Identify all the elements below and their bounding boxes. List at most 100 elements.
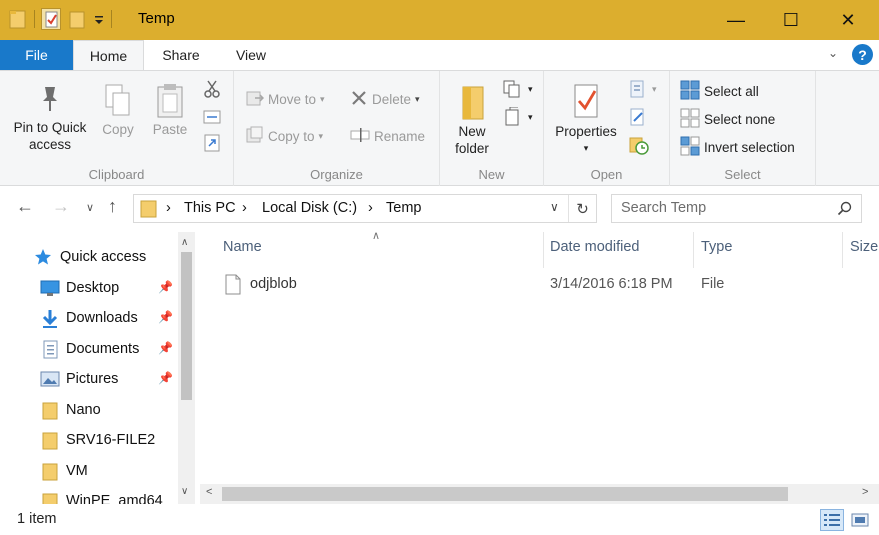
new-folder-icon[interactable] (67, 8, 87, 30)
copy-button[interactable]: Copy (96, 83, 140, 138)
new-item-icon[interactable]: ▾ (502, 79, 533, 99)
delete-icon (350, 89, 368, 110)
recent-locations-chevron-icon[interactable]: ∨ (86, 201, 94, 214)
nav-item-nano[interactable]: Nano (40, 397, 101, 423)
collapse-ribbon-icon[interactable]: ⌄ (828, 46, 838, 60)
address-bar[interactable]: › This PC › Local Disk (C:) › Temp ∨ ↻ (133, 194, 597, 223)
file-list-horizontal-scrollbar[interactable]: < > (200, 484, 879, 504)
forward-arrow-icon[interactable]: → (52, 196, 70, 217)
nav-vertical-scrollbar[interactable]: ∧ ∨ (178, 232, 195, 504)
nav-item-downloads[interactable]: Downloads (40, 305, 138, 331)
refresh-icon[interactable]: ↻ (568, 195, 596, 222)
column-header-name[interactable]: Name (223, 239, 262, 255)
close-button[interactable]: ✕ (822, 0, 874, 40)
scrollbar-thumb[interactable] (222, 487, 788, 501)
history-icon[interactable] (628, 135, 650, 155)
paste-shortcut-icon[interactable] (203, 133, 221, 153)
minimize-button[interactable]: — (710, 0, 762, 40)
select-none-button[interactable]: Select none (680, 108, 775, 131)
select-all-button[interactable]: Select all (680, 80, 759, 103)
properties-button[interactable]: Properties ▾ (550, 81, 622, 157)
paste-button[interactable]: Paste (146, 83, 194, 138)
search-input[interactable]: Search Temp (611, 194, 862, 223)
downloads-icon (40, 309, 60, 328)
column-divider[interactable] (543, 232, 544, 268)
edit-icon[interactable] (628, 107, 648, 127)
pin-to-quick-access-button[interactable]: Pin to Quick access (6, 83, 94, 153)
pin-icon: 📌 (158, 310, 173, 324)
copy-to-button[interactable]: Copy to ▾ (246, 126, 323, 147)
new-group: New folder ▾ ▾ New (440, 71, 544, 186)
select-all-icon (680, 80, 700, 103)
rename-icon (350, 126, 370, 147)
column-divider[interactable] (693, 232, 694, 268)
star-icon (34, 248, 54, 266)
breadcrumb-temp[interactable]: Temp (386, 200, 421, 216)
easy-access-icon[interactable]: ▾ (502, 107, 533, 127)
column-header-type[interactable]: Type (701, 239, 732, 255)
rename-button[interactable]: Rename (350, 126, 425, 147)
breadcrumb-local-disk[interactable]: Local Disk (C:) (262, 200, 357, 216)
file-type: File (701, 276, 725, 292)
maximize-button[interactable]: ☐ (765, 0, 817, 40)
file-name: odjblob (250, 276, 297, 292)
copy-to-icon (246, 126, 264, 147)
details-view-icon[interactable] (820, 509, 844, 531)
breadcrumb-separator[interactable]: › (166, 200, 171, 216)
tab-file[interactable]: File (0, 40, 73, 70)
folder-icon (40, 401, 60, 420)
breadcrumb-this-pc[interactable]: This PC (184, 200, 236, 216)
folder-icon (40, 492, 60, 504)
back-arrow-icon[interactable]: ← (16, 196, 34, 217)
search-icon (837, 201, 852, 219)
open-icon[interactable]: ▾ (628, 79, 657, 99)
copy-path-icon[interactable] (203, 109, 221, 125)
folder-icon (140, 199, 158, 222)
new-folder-icon (446, 83, 498, 123)
column-header-size[interactable]: Size (850, 239, 878, 255)
pictures-icon (40, 370, 60, 388)
item-count: 1 item (17, 511, 57, 527)
table-row[interactable]: odjblob 3/14/2016 6:18 PM File (200, 272, 879, 298)
select-none-icon (680, 108, 700, 131)
large-icons-view-icon[interactable] (848, 509, 872, 531)
scrollbar-thumb[interactable] (181, 252, 192, 400)
invert-selection-button[interactable]: Invert selection (680, 136, 795, 159)
properties-check-icon[interactable] (41, 8, 61, 30)
open-group: Properties ▾ ▾ Open (544, 71, 670, 186)
nav-item-documents[interactable]: Documents (40, 336, 139, 362)
scroll-up-icon[interactable]: ∧ (181, 237, 188, 248)
properties-icon (550, 81, 622, 123)
desktop-icon (40, 279, 60, 297)
nav-item-desktop[interactable]: Desktop (40, 275, 119, 301)
column-divider[interactable] (842, 232, 843, 268)
column-header-date-modified[interactable]: Date modified (550, 239, 639, 255)
nav-item-quick-access[interactable]: Quick access (34, 244, 146, 270)
tab-home[interactable]: Home (73, 40, 144, 71)
new-folder-button[interactable]: New folder (446, 83, 498, 157)
folder-icon (40, 431, 60, 450)
customize-qat-icon[interactable] (93, 8, 105, 30)
scroll-down-icon[interactable]: ∨ (181, 486, 188, 497)
breadcrumb-separator[interactable]: › (242, 200, 247, 216)
folder-icon (8, 8, 28, 30)
file-icon (225, 274, 241, 298)
delete-button[interactable]: Delete ▾ (350, 89, 420, 110)
tab-view[interactable]: View (222, 40, 280, 70)
cut-icon[interactable] (203, 79, 221, 99)
nav-item-winpe-amd64[interactable]: WinPE_amd64 (40, 488, 163, 504)
scroll-right-icon[interactable]: > (862, 486, 868, 498)
folder-icon (40, 462, 60, 481)
quick-access-toolbar (8, 8, 112, 30)
address-dropdown-icon[interactable]: ∨ (550, 200, 559, 214)
nav-item-vm[interactable]: VM (40, 458, 88, 484)
up-arrow-icon[interactable]: ↑ (108, 196, 117, 217)
move-to-icon (246, 89, 265, 110)
move-to-button[interactable]: Move to ▾ (246, 89, 325, 110)
scroll-left-icon[interactable]: < (206, 486, 212, 498)
tab-share[interactable]: Share (150, 40, 212, 70)
nav-item-srv16-file2[interactable]: SRV16-FILE2 (40, 427, 155, 453)
help-button[interactable]: ? (852, 44, 873, 65)
nav-item-pictures[interactable]: Pictures (40, 366, 118, 392)
breadcrumb-separator[interactable]: › (368, 200, 373, 216)
